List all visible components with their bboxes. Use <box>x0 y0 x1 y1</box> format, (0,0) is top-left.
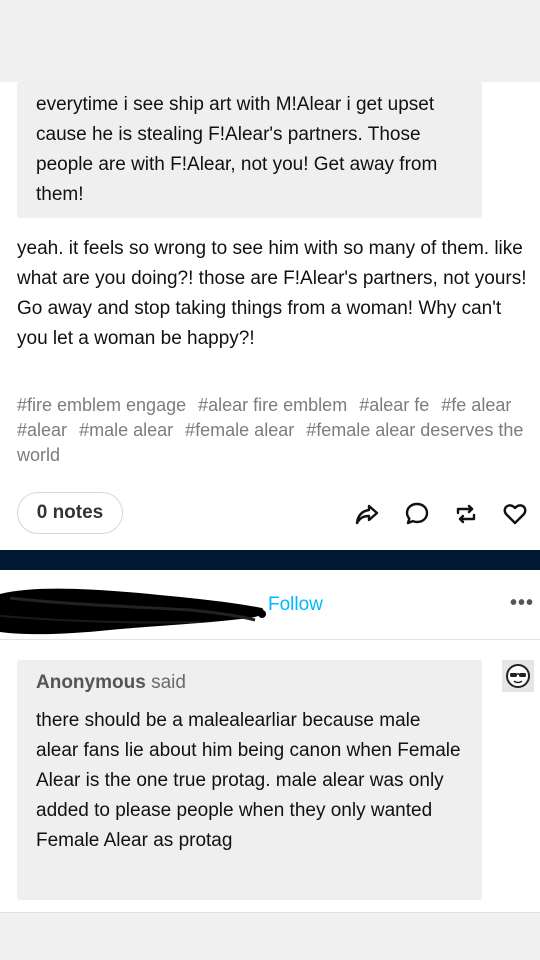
like-icon[interactable] <box>501 500 529 528</box>
said-label: said <box>151 672 186 693</box>
follow-button[interactable]: Follow <box>268 594 323 616</box>
reply-icon[interactable] <box>403 500 431 528</box>
quote-text: everytime i see ship art with M!Alear i … <box>36 94 438 205</box>
reblog-icon[interactable] <box>452 500 480 528</box>
notes-button[interactable]: 0 notes <box>17 492 123 534</box>
share-icon[interactable] <box>353 500 381 528</box>
tag-link[interactable]: #male alear <box>79 420 173 440</box>
quoted-post: everytime i see ship art with M!Alear i … <box>17 82 482 218</box>
ask-attribution: Anonymous said <box>36 668 464 698</box>
tag-link[interactable]: #female alear <box>185 420 294 440</box>
bottom-separator <box>0 912 540 913</box>
tag-link[interactable]: #alear fire emblem <box>198 395 347 415</box>
sunglasses-face-icon[interactable] <box>502 660 534 692</box>
post-card: Follow ••• Anonymous said there should b… <box>0 570 540 912</box>
post-body-text: yeah. it feels so wrong to see him with … <box>17 238 527 349</box>
asker-name: Anonymous <box>36 672 146 693</box>
feed-divider <box>0 550 540 570</box>
ask-bubble: Anonymous said there should be a maleale… <box>17 660 482 900</box>
tag-link[interactable]: #alear <box>17 420 67 440</box>
header-separator <box>0 639 540 640</box>
tag-list: #fire emblem engage #alear fire emblem #… <box>17 393 527 468</box>
post-card: everytime i see ship art with M!Alear i … <box>0 82 540 550</box>
tag-link[interactable]: #fe alear <box>441 395 511 415</box>
more-options-icon[interactable]: ••• <box>510 592 534 615</box>
tag-link[interactable]: #alear fe <box>359 395 429 415</box>
redacted-username <box>0 580 270 640</box>
tag-link[interactable]: #fire emblem engage <box>17 395 186 415</box>
ask-text: there should be a malealearliar because … <box>36 710 461 851</box>
